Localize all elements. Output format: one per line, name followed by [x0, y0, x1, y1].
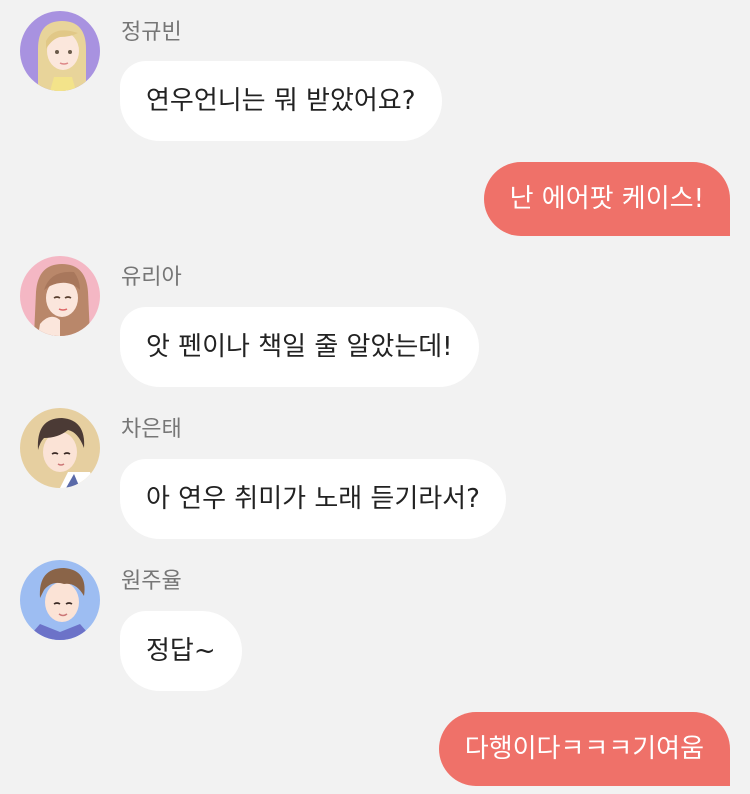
sender-name: 유리아 — [121, 265, 182, 290]
sender-name: 차은태 — [121, 417, 182, 442]
girl-brunette-avatar-icon[interactable] — [20, 256, 100, 336]
my-message-bubble[interactable]: 난 에어팟 케이스! — [483, 162, 730, 236]
message-bubble[interactable]: 연우언니는 뭐 받았어요? — [120, 61, 442, 141]
my-message-bubble[interactable]: 다행이다ㅋㅋㅋ기여움 — [438, 712, 730, 786]
sender-name: 정규빈 — [121, 20, 182, 45]
boy-darkhair-avatar-icon[interactable] — [20, 408, 100, 488]
sender-name: 원주율 — [121, 569, 182, 594]
girl-blonde-avatar-icon[interactable] — [20, 11, 100, 91]
message-bubble[interactable]: 정답~ — [120, 611, 242, 691]
message-bubble[interactable]: 앗 펜이나 책일 줄 알았는데! — [120, 307, 479, 387]
message-bubble[interactable]: 아 연우 취미가 노래 듣기라서? — [120, 459, 506, 539]
boy-brownhair-avatar-icon[interactable] — [20, 560, 100, 640]
